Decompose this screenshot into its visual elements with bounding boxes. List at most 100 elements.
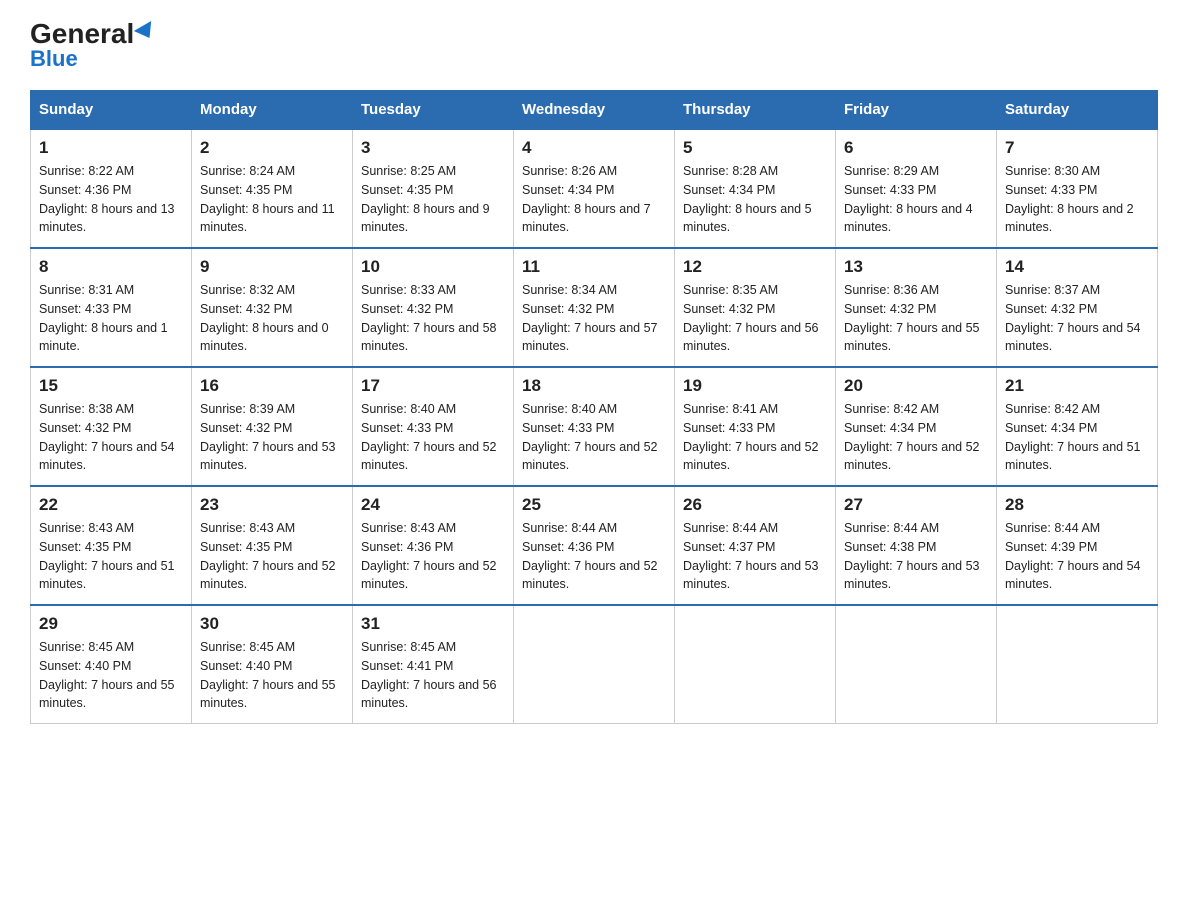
calendar-empty-cell (675, 605, 836, 724)
day-number: 28 (1005, 495, 1149, 515)
page-header: General Blue (30, 20, 1158, 72)
day-number: 27 (844, 495, 988, 515)
calendar-day-cell: 18 Sunrise: 8:40 AM Sunset: 4:33 PM Dayl… (514, 367, 675, 486)
day-number: 6 (844, 138, 988, 158)
day-number: 19 (683, 376, 827, 396)
day-detail: Sunrise: 8:44 AM Sunset: 4:38 PM Dayligh… (844, 519, 988, 594)
day-number: 4 (522, 138, 666, 158)
day-detail: Sunrise: 8:37 AM Sunset: 4:32 PM Dayligh… (1005, 281, 1149, 356)
calendar-day-cell: 29 Sunrise: 8:45 AM Sunset: 4:40 PM Dayl… (31, 605, 192, 724)
day-detail: Sunrise: 8:45 AM Sunset: 4:41 PM Dayligh… (361, 638, 505, 713)
day-number: 1 (39, 138, 183, 158)
day-detail: Sunrise: 8:43 AM Sunset: 4:36 PM Dayligh… (361, 519, 505, 594)
logo-triangle-icon (134, 21, 158, 43)
day-detail: Sunrise: 8:26 AM Sunset: 4:34 PM Dayligh… (522, 162, 666, 237)
calendar-day-cell: 7 Sunrise: 8:30 AM Sunset: 4:33 PM Dayli… (997, 129, 1158, 248)
day-number: 8 (39, 257, 183, 277)
calendar-day-cell: 23 Sunrise: 8:43 AM Sunset: 4:35 PM Dayl… (192, 486, 353, 605)
day-number: 30 (200, 614, 344, 634)
calendar-day-cell: 3 Sunrise: 8:25 AM Sunset: 4:35 PM Dayli… (353, 129, 514, 248)
day-number: 20 (844, 376, 988, 396)
calendar-day-cell: 17 Sunrise: 8:40 AM Sunset: 4:33 PM Dayl… (353, 367, 514, 486)
day-number: 12 (683, 257, 827, 277)
day-detail: Sunrise: 8:44 AM Sunset: 4:37 PM Dayligh… (683, 519, 827, 594)
calendar-day-cell: 2 Sunrise: 8:24 AM Sunset: 4:35 PM Dayli… (192, 129, 353, 248)
day-number: 11 (522, 257, 666, 277)
day-number: 3 (361, 138, 505, 158)
header-wednesday: Wednesday (514, 91, 675, 130)
calendar-day-cell: 30 Sunrise: 8:45 AM Sunset: 4:40 PM Dayl… (192, 605, 353, 724)
calendar-day-cell: 1 Sunrise: 8:22 AM Sunset: 4:36 PM Dayli… (31, 129, 192, 248)
calendar-day-cell: 25 Sunrise: 8:44 AM Sunset: 4:36 PM Dayl… (514, 486, 675, 605)
calendar-day-cell: 8 Sunrise: 8:31 AM Sunset: 4:33 PM Dayli… (31, 248, 192, 367)
header-monday: Monday (192, 91, 353, 130)
calendar-day-cell: 19 Sunrise: 8:41 AM Sunset: 4:33 PM Dayl… (675, 367, 836, 486)
calendar-day-cell: 28 Sunrise: 8:44 AM Sunset: 4:39 PM Dayl… (997, 486, 1158, 605)
day-detail: Sunrise: 8:40 AM Sunset: 4:33 PM Dayligh… (361, 400, 505, 475)
day-detail: Sunrise: 8:43 AM Sunset: 4:35 PM Dayligh… (39, 519, 183, 594)
calendar-day-cell: 6 Sunrise: 8:29 AM Sunset: 4:33 PM Dayli… (836, 129, 997, 248)
header-tuesday: Tuesday (353, 91, 514, 130)
calendar-day-cell: 31 Sunrise: 8:45 AM Sunset: 4:41 PM Dayl… (353, 605, 514, 724)
day-detail: Sunrise: 8:35 AM Sunset: 4:32 PM Dayligh… (683, 281, 827, 356)
day-number: 24 (361, 495, 505, 515)
logo-general: General (30, 20, 156, 48)
day-detail: Sunrise: 8:24 AM Sunset: 4:35 PM Dayligh… (200, 162, 344, 237)
day-detail: Sunrise: 8:43 AM Sunset: 4:35 PM Dayligh… (200, 519, 344, 594)
day-detail: Sunrise: 8:30 AM Sunset: 4:33 PM Dayligh… (1005, 162, 1149, 237)
calendar-week-row: 15 Sunrise: 8:38 AM Sunset: 4:32 PM Dayl… (31, 367, 1158, 486)
day-number: 18 (522, 376, 666, 396)
header-friday: Friday (836, 91, 997, 130)
day-detail: Sunrise: 8:31 AM Sunset: 4:33 PM Dayligh… (39, 281, 183, 356)
day-detail: Sunrise: 8:25 AM Sunset: 4:35 PM Dayligh… (361, 162, 505, 237)
calendar-day-cell: 4 Sunrise: 8:26 AM Sunset: 4:34 PM Dayli… (514, 129, 675, 248)
day-number: 14 (1005, 257, 1149, 277)
day-detail: Sunrise: 8:28 AM Sunset: 4:34 PM Dayligh… (683, 162, 827, 237)
calendar-header-row: SundayMondayTuesdayWednesdayThursdayFrid… (31, 91, 1158, 130)
day-number: 13 (844, 257, 988, 277)
calendar-day-cell: 22 Sunrise: 8:43 AM Sunset: 4:35 PM Dayl… (31, 486, 192, 605)
calendar-day-cell: 21 Sunrise: 8:42 AM Sunset: 4:34 PM Dayl… (997, 367, 1158, 486)
day-number: 7 (1005, 138, 1149, 158)
day-detail: Sunrise: 8:36 AM Sunset: 4:32 PM Dayligh… (844, 281, 988, 356)
calendar-day-cell: 5 Sunrise: 8:28 AM Sunset: 4:34 PM Dayli… (675, 129, 836, 248)
day-number: 21 (1005, 376, 1149, 396)
day-detail: Sunrise: 8:44 AM Sunset: 4:36 PM Dayligh… (522, 519, 666, 594)
calendar-empty-cell (836, 605, 997, 724)
day-detail: Sunrise: 8:38 AM Sunset: 4:32 PM Dayligh… (39, 400, 183, 475)
calendar-day-cell: 16 Sunrise: 8:39 AM Sunset: 4:32 PM Dayl… (192, 367, 353, 486)
logo-blue: Blue (30, 46, 78, 72)
day-number: 17 (361, 376, 505, 396)
day-detail: Sunrise: 8:42 AM Sunset: 4:34 PM Dayligh… (1005, 400, 1149, 475)
calendar-day-cell: 26 Sunrise: 8:44 AM Sunset: 4:37 PM Dayl… (675, 486, 836, 605)
day-detail: Sunrise: 8:32 AM Sunset: 4:32 PM Dayligh… (200, 281, 344, 356)
calendar-day-cell: 9 Sunrise: 8:32 AM Sunset: 4:32 PM Dayli… (192, 248, 353, 367)
day-number: 25 (522, 495, 666, 515)
header-saturday: Saturday (997, 91, 1158, 130)
calendar-week-row: 29 Sunrise: 8:45 AM Sunset: 4:40 PM Dayl… (31, 605, 1158, 724)
day-number: 31 (361, 614, 505, 634)
day-detail: Sunrise: 8:41 AM Sunset: 4:33 PM Dayligh… (683, 400, 827, 475)
calendar-day-cell: 27 Sunrise: 8:44 AM Sunset: 4:38 PM Dayl… (836, 486, 997, 605)
day-detail: Sunrise: 8:22 AM Sunset: 4:36 PM Dayligh… (39, 162, 183, 237)
day-number: 22 (39, 495, 183, 515)
calendar-day-cell: 12 Sunrise: 8:35 AM Sunset: 4:32 PM Dayl… (675, 248, 836, 367)
calendar-week-row: 8 Sunrise: 8:31 AM Sunset: 4:33 PM Dayli… (31, 248, 1158, 367)
calendar-day-cell: 24 Sunrise: 8:43 AM Sunset: 4:36 PM Dayl… (353, 486, 514, 605)
calendar-week-row: 1 Sunrise: 8:22 AM Sunset: 4:36 PM Dayli… (31, 129, 1158, 248)
calendar-day-cell: 15 Sunrise: 8:38 AM Sunset: 4:32 PM Dayl… (31, 367, 192, 486)
header-thursday: Thursday (675, 91, 836, 130)
day-number: 10 (361, 257, 505, 277)
calendar-day-cell: 14 Sunrise: 8:37 AM Sunset: 4:32 PM Dayl… (997, 248, 1158, 367)
calendar-empty-cell (514, 605, 675, 724)
calendar-day-cell: 11 Sunrise: 8:34 AM Sunset: 4:32 PM Dayl… (514, 248, 675, 367)
calendar-table: SundayMondayTuesdayWednesdayThursdayFrid… (30, 90, 1158, 724)
day-detail: Sunrise: 8:42 AM Sunset: 4:34 PM Dayligh… (844, 400, 988, 475)
day-detail: Sunrise: 8:34 AM Sunset: 4:32 PM Dayligh… (522, 281, 666, 356)
day-number: 23 (200, 495, 344, 515)
day-number: 26 (683, 495, 827, 515)
day-detail: Sunrise: 8:40 AM Sunset: 4:33 PM Dayligh… (522, 400, 666, 475)
day-number: 16 (200, 376, 344, 396)
day-detail: Sunrise: 8:45 AM Sunset: 4:40 PM Dayligh… (39, 638, 183, 713)
day-number: 2 (200, 138, 344, 158)
